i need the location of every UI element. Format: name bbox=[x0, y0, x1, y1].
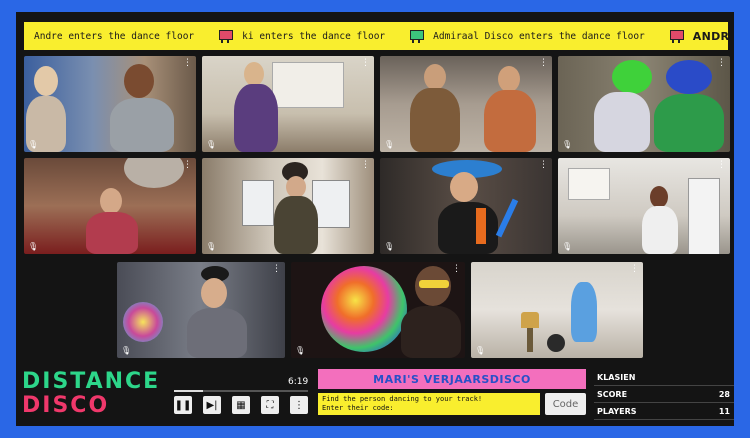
mic-icon: 🎙 bbox=[475, 346, 486, 355]
prompt-line-2: Enter their code: bbox=[322, 404, 394, 412]
tile-menu-icon[interactable]: ⋮ bbox=[539, 59, 548, 68]
video-tile[interactable]: ⋮ 🎙 bbox=[202, 158, 374, 254]
code-input[interactable]: Code bbox=[545, 393, 586, 415]
stat-label: KLASIEN bbox=[597, 372, 636, 382]
logo-distance: DISTANCE bbox=[22, 369, 161, 394]
prompt-line-1: Find the person dancing to your track! bbox=[322, 395, 483, 403]
stat-label: PLAYERS bbox=[597, 406, 637, 416]
ticker-item: Andre enters the dance floor bbox=[34, 30, 195, 42]
tile-menu-icon[interactable]: ⋮ bbox=[183, 161, 192, 170]
fullscreen-button[interactable]: ⛶ bbox=[261, 396, 279, 414]
video-tile[interactable]: ⋮ 🎙 bbox=[291, 262, 465, 358]
video-tile[interactable]: ⋮ 🎙 bbox=[380, 56, 552, 152]
disco-tag-icon bbox=[645, 29, 684, 43]
video-tile[interactable]: ⋮ 🎙 bbox=[380, 158, 552, 254]
stat-value: 28 bbox=[718, 389, 730, 399]
tile-menu-icon[interactable]: ⋮ bbox=[630, 265, 639, 274]
video-tile[interactable]: ⋮ 🎙 bbox=[24, 158, 196, 254]
mic-icon: 🎙 bbox=[206, 140, 217, 149]
video-tile[interactable]: ⋮ 🎙 bbox=[202, 56, 374, 152]
fullscreen-icon: ⛶ bbox=[266, 399, 274, 411]
disco-tag-icon bbox=[194, 29, 234, 43]
stat-value: 11 bbox=[718, 406, 730, 416]
video-tile[interactable]: ⋮ 🎙 bbox=[558, 158, 730, 254]
stat-row-players: PLAYERS 11 bbox=[594, 403, 734, 420]
app-frame: Andre enters the dance floor ki enters t… bbox=[16, 12, 734, 426]
mic-icon: 🎙 bbox=[28, 242, 39, 251]
more-vertical-icon: ⋮ bbox=[294, 399, 304, 411]
activity-ticker: Andre enters the dance floor ki enters t… bbox=[24, 22, 728, 50]
pause-icon: ❚❚ bbox=[174, 399, 192, 411]
stats-panel: KLASIEN SCORE 28 PLAYERS 11 bbox=[594, 369, 734, 420]
grid-view-icon: ▦ bbox=[236, 399, 246, 411]
stat-row-score: SCORE 28 bbox=[594, 386, 734, 403]
mic-icon: 🎙 bbox=[384, 140, 395, 149]
tile-menu-icon[interactable]: ⋮ bbox=[183, 59, 192, 68]
mic-icon: 🎙 bbox=[121, 346, 132, 355]
video-tile[interactable]: ⋮ 🎙 bbox=[117, 262, 285, 358]
video-tile[interactable]: ⋮ 🎙 bbox=[558, 56, 730, 152]
menu-button[interactable]: ⋮ bbox=[290, 396, 308, 414]
code-prompt: Find the person dancing to your track! E… bbox=[318, 393, 540, 415]
ticker-item-highlight: ANDRE AND JOSJE ARE DANCING! bbox=[692, 29, 728, 43]
stat-label: SCORE bbox=[597, 389, 628, 399]
tile-menu-icon[interactable]: ⋮ bbox=[717, 59, 726, 68]
disco-tag-icon bbox=[385, 29, 425, 43]
mic-icon: 🎙 bbox=[28, 140, 39, 149]
mic-icon: 🎙 bbox=[206, 242, 217, 251]
track-time: 6:19 bbox=[288, 377, 309, 387]
tile-menu-icon[interactable]: ⋮ bbox=[361, 161, 370, 170]
mic-icon: 🎙 bbox=[562, 140, 573, 149]
tile-menu-icon[interactable]: ⋮ bbox=[452, 265, 461, 274]
track-progress[interactable] bbox=[174, 390, 308, 392]
next-button[interactable]: ▶| bbox=[203, 396, 221, 414]
pause-button[interactable]: ❚❚ bbox=[174, 396, 192, 414]
tile-menu-icon[interactable]: ⋮ bbox=[272, 265, 281, 274]
grid-button[interactable]: ▦ bbox=[232, 396, 250, 414]
tile-menu-icon[interactable]: ⋮ bbox=[717, 161, 726, 170]
ticker-item: ki enters the dance floor bbox=[242, 30, 386, 42]
skip-next-icon: ▶| bbox=[206, 399, 218, 411]
party-title: MARI'S VERJAARSDISCO bbox=[318, 369, 586, 389]
video-tile[interactable]: ⋮ 🎙 bbox=[24, 56, 196, 152]
video-tile[interactable]: ⋮ 🎙 bbox=[471, 262, 643, 358]
tile-menu-icon[interactable]: ⋮ bbox=[539, 161, 548, 170]
tile-menu-icon[interactable]: ⋮ bbox=[361, 59, 370, 68]
logo-disco: DISCO bbox=[22, 393, 110, 418]
ticker-item: Admiraal Disco enters the dance floor bbox=[433, 30, 645, 42]
mic-icon: 🎙 bbox=[562, 242, 573, 251]
party-title-text: MARI'S VERJAARSDISCO bbox=[373, 372, 531, 386]
mic-icon: 🎙 bbox=[384, 242, 395, 251]
mic-icon: 🎙 bbox=[295, 346, 306, 355]
stat-row-player: KLASIEN bbox=[594, 369, 734, 386]
